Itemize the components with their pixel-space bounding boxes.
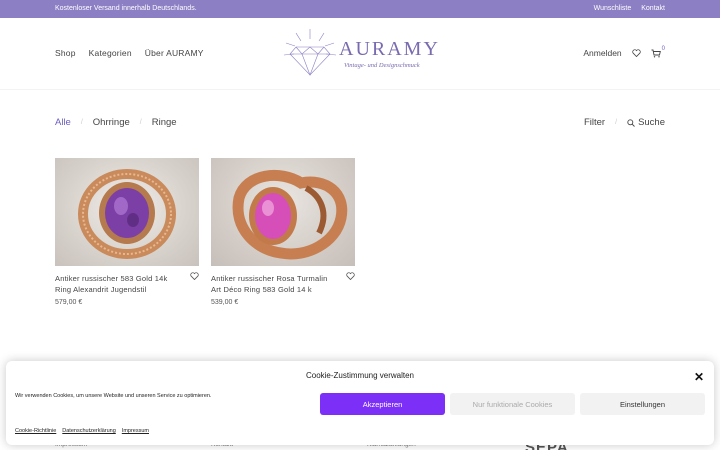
site-header: Shop Kategorien Über AURAMY AURAMY Vinta… [0,18,720,90]
alexandrite-stone [105,188,149,238]
site-logo[interactable]: AURAMY Vintage- und Designschmuck [282,27,442,79]
diamond-logo-icon [283,29,337,76]
close-icon[interactable]: ✕ [694,370,704,384]
main-nav: Shop Kategorien Über AURAMY [55,48,204,58]
cookie-consent-banner: Cookie-Zustimmung verwalten ✕ Wir verwen… [6,361,714,445]
product-image[interactable] [211,158,355,266]
contact-link[interactable]: Kontakt [641,5,665,12]
separator: / [139,119,142,126]
heart-icon[interactable] [346,272,355,280]
account-nav: Anmelden 0 [583,46,665,58]
top-announcement-bar: Kostenloser Versand innerhalb Deutschlan… [0,0,720,18]
nav-shop[interactable]: Shop [55,48,76,58]
settings-button[interactable]: Einstellungen [580,393,705,415]
logo-tagline: Vintage- und Designschmuck [344,62,420,69]
imprint-link[interactable]: Impressum [122,428,149,434]
search-button[interactable]: Suche [627,117,665,128]
category-filter-tabs: Alle / Ohrringe / Ringe [55,117,177,128]
cookie-text: Wir verwenden Cookies, um unsere Website… [15,393,212,399]
cart-count-badge: 0 [661,46,665,52]
logo-wordmark: AURAMY [339,38,440,60]
product-card[interactable]: Antiker russischer 583 Gold 14k Ring Ale… [55,158,199,306]
login-link[interactable]: Anmelden [583,48,621,58]
cart-button[interactable]: 0 [651,46,665,58]
tourmaline-stone [255,193,291,239]
ring-photo [78,169,176,259]
ring-photo [232,169,348,260]
product-price: 579,00 € [55,299,83,306]
separator: / [80,119,83,126]
top-links: Wunschliste Kontakt [594,5,665,12]
heart-icon[interactable] [631,49,641,57]
product-title[interactable]: Antiker russischer 583 Gold 14k Ring Ale… [55,273,180,295]
nav-categories[interactable]: Kategorien [89,48,132,58]
cookie-title: Cookie-Zustimmung verwalten [305,371,415,380]
shop-tools: Filter / Suche [584,117,665,128]
shipping-notice: Kostenloser Versand innerhalb Deutschlan… [55,5,197,12]
wishlist-link[interactable]: Wunschliste [594,5,632,12]
product-card[interactable]: Antiker russischer Rosa Turmalin Art Déc… [211,158,355,306]
search-label: Suche [638,117,665,128]
tab-rings[interactable]: Ringe [152,117,177,128]
nav-about[interactable]: Über AURAMY [145,48,204,58]
search-icon [627,118,635,127]
product-price: 539,00 € [211,299,239,306]
cookie-links: Cookie-Richtlinie Datenschutzerklärung I… [15,428,149,434]
product-image[interactable] [55,158,199,266]
cart-icon [651,49,661,57]
accept-button[interactable]: Akzeptieren [320,393,445,415]
functional-only-button[interactable]: Nur funktionale Cookies [450,393,575,415]
heart-icon[interactable] [190,272,199,280]
separator: / [615,119,618,126]
filter-button[interactable]: Filter [584,117,605,128]
tab-earrings[interactable]: Ohrringe [93,117,130,128]
tab-all[interactable]: Alle [55,117,71,128]
product-title[interactable]: Antiker russischer Rosa Turmalin Art Déc… [211,273,336,295]
privacy-policy-link[interactable]: Datenschutzerklärung [62,428,116,434]
cookie-policy-link[interactable]: Cookie-Richtlinie [15,428,56,434]
